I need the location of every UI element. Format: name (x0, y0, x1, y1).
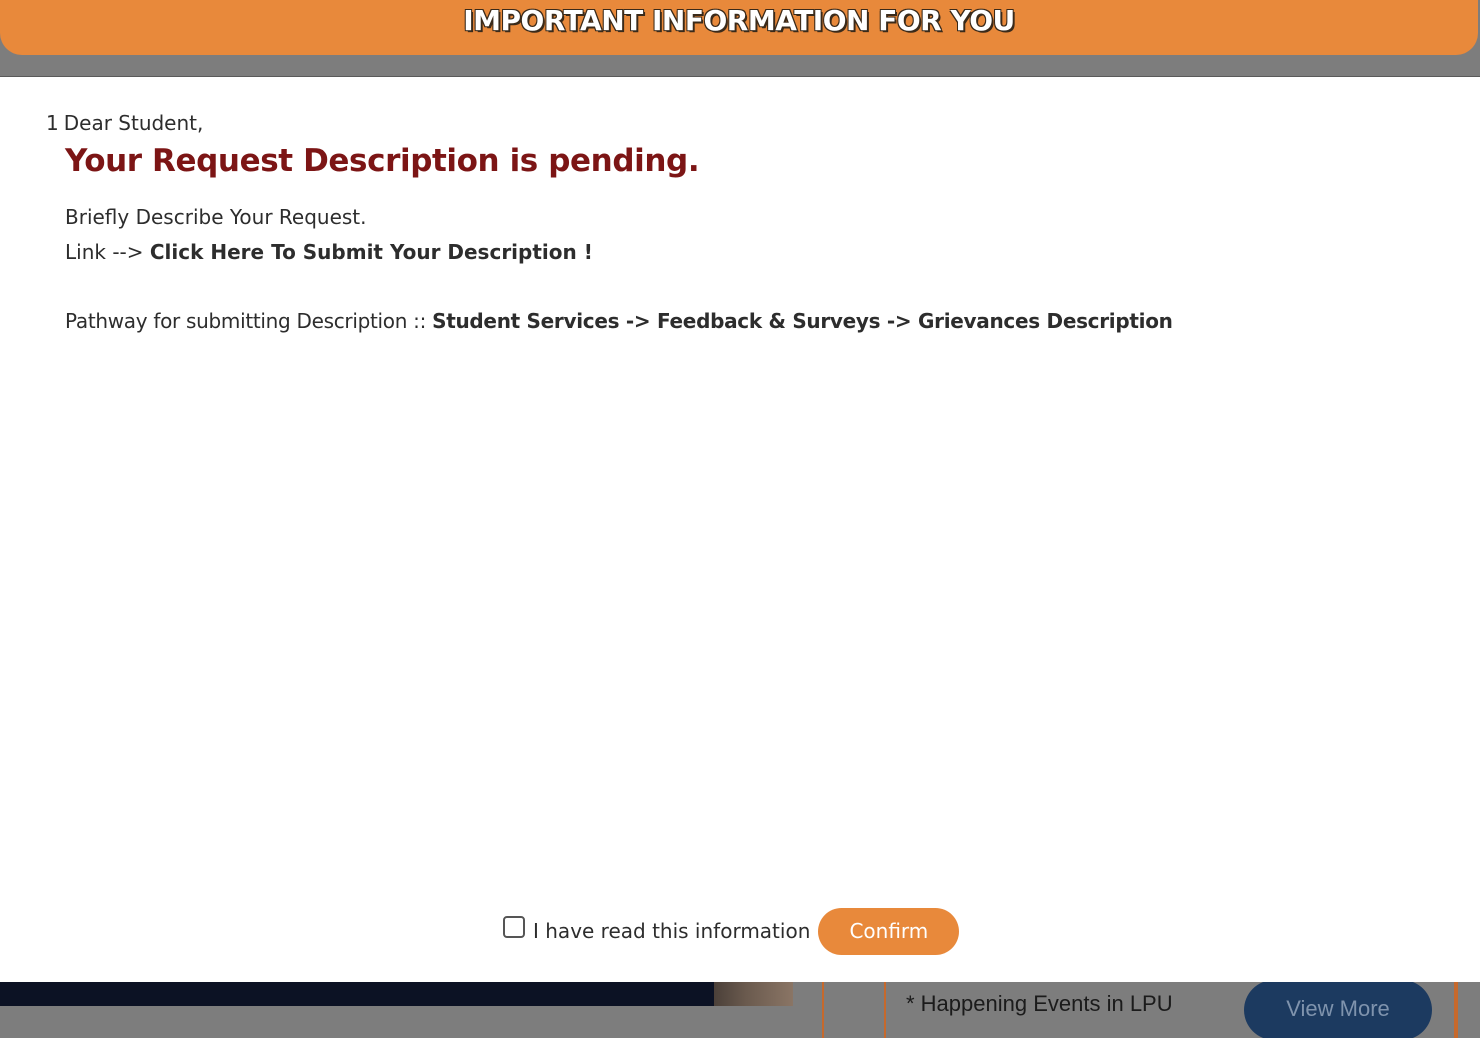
pathway-prefix: Pathway for submitting Description :: (65, 309, 427, 333)
describe-request-text: Briefly Describe Your Request. (65, 205, 367, 229)
submit-description-link[interactable]: Click Here To Submit Your Description ! (150, 240, 593, 264)
modal-title: IMPORTANT INFORMATION FOR YOU (463, 4, 1015, 37)
submit-link-line: Link --> Click Here To Submit Your Descr… (65, 240, 593, 264)
background-banner-image (0, 982, 714, 1006)
read-information-label[interactable]: I have read this information (533, 919, 810, 943)
happening-events-text: * Happening Events in LPU (906, 991, 1173, 1016)
greeting-line: 1 Dear Student, (46, 111, 203, 135)
greeting-text: Dear Student, (63, 111, 204, 135)
link-prefix: Link --> (65, 240, 144, 264)
pending-heading: Your Request Description is pending. (65, 143, 700, 179)
modal-body: 1 Dear Student, Your Request Description … (0, 76, 1480, 982)
confirm-row: I have read this information Confirm (503, 907, 960, 955)
background-photo (714, 982, 793, 1006)
modal-header: IMPORTANT INFORMATION FOR YOU (0, 0, 1478, 55)
notice-number: 1 (46, 111, 59, 135)
read-information-checkbox[interactable] (503, 916, 525, 938)
confirm-button[interactable]: Confirm (818, 907, 960, 955)
view-more-button[interactable]: View More (1244, 980, 1432, 1038)
pathway-value: Student Services -> Feedback & Surveys -… (432, 309, 1173, 333)
pathway-line: Pathway for submitting Description :: St… (65, 309, 1173, 333)
